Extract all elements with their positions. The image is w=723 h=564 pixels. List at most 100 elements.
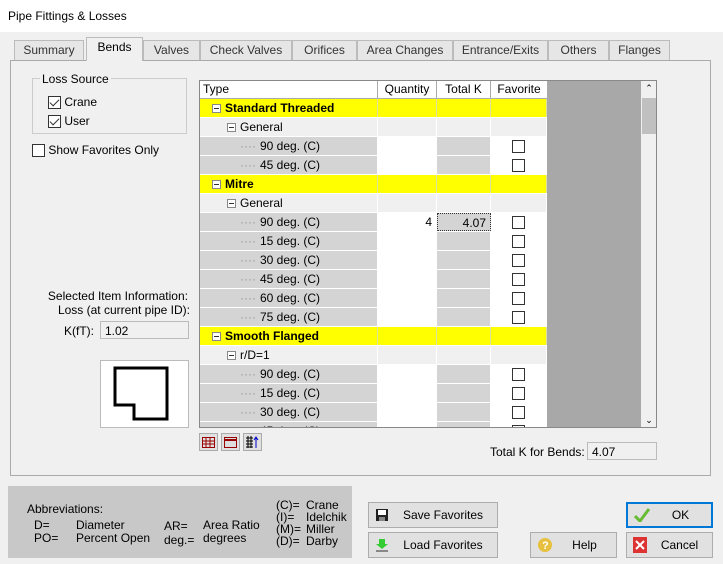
favorite-checkbox[interactable]	[512, 406, 525, 420]
quantity-cell[interactable]	[378, 308, 437, 326]
fitting-row[interactable]: ···· 90 deg. (C)	[200, 137, 547, 156]
header-type[interactable]: Type	[200, 81, 378, 99]
fitting-row[interactable]: ···· 75 deg. (C)	[200, 308, 547, 327]
quantity-cell[interactable]	[378, 289, 437, 307]
favorite-cell[interactable]	[491, 270, 547, 288]
favorite-cell[interactable]	[491, 289, 547, 307]
fittings-grid[interactable]: Type Quantity Total K Favorite Standard …	[199, 80, 657, 428]
type-cell[interactable]: Mitre	[200, 175, 378, 193]
favorite-checkbox[interactable]	[512, 387, 525, 401]
fitting-row[interactable]: ····45 deg. (C)	[200, 156, 547, 175]
type-cell[interactable]: General	[200, 194, 378, 212]
show-favorites-checkbox[interactable]: Show Favorites Only	[32, 143, 159, 158]
collapse-icon[interactable]	[212, 332, 221, 342]
quantity-cell[interactable]: 4	[378, 213, 437, 231]
type-cell[interactable]: ····45 deg. (C)	[200, 270, 378, 288]
type-cell[interactable]: ····45 deg. (C)	[200, 156, 378, 174]
tab-valves[interactable]: Valves	[143, 40, 200, 60]
type-cell[interactable]: ···· 15 deg. (C)	[200, 384, 378, 402]
scroll-up-icon[interactable]: ⌃	[641, 83, 656, 94]
quantity-cell[interactable]	[378, 270, 437, 288]
favorite-cell[interactable]	[491, 213, 547, 231]
show-favorites-check[interactable]	[32, 144, 45, 158]
category-row[interactable]: Mitre	[200, 175, 547, 194]
group-row[interactable]: General	[200, 118, 547, 137]
tab-bends[interactable]: Bends	[86, 37, 143, 61]
type-cell[interactable]: ···· 60 deg. (C)	[200, 289, 378, 307]
collapse-all-button[interactable]	[221, 433, 240, 451]
type-cell[interactable]: ···· 90 deg. (C)	[200, 137, 378, 155]
help-button[interactable]: ? Help	[530, 532, 617, 558]
type-cell[interactable]: ···· 75 deg. (C)	[200, 308, 378, 326]
favorite-checkbox[interactable]	[512, 273, 525, 287]
tab-orifices[interactable]: Orifices	[292, 40, 357, 60]
tab-summary[interactable]: Summary	[14, 40, 84, 60]
group-row[interactable]: r/D=1	[200, 346, 547, 365]
header-favorite[interactable]: Favorite	[491, 81, 548, 99]
fitting-row[interactable]: ···· 90 deg. (C) 4 4.07	[200, 213, 547, 232]
favorite-checkbox[interactable]	[512, 140, 525, 154]
favorite-checkbox[interactable]	[512, 311, 525, 325]
favorite-checkbox[interactable]	[512, 292, 525, 306]
favorite-checkbox[interactable]	[512, 368, 525, 382]
type-cell[interactable]: ···· 30 deg. (C)	[200, 403, 378, 421]
favorite-cell[interactable]	[491, 156, 547, 174]
fitting-row[interactable]: ···· 15 deg. (C)	[200, 384, 547, 403]
category-row[interactable]: Smooth Flanged	[200, 327, 547, 346]
fitting-row[interactable]: ···· 15 deg. (C)	[200, 232, 547, 251]
quantity-cell[interactable]	[378, 156, 437, 174]
type-cell[interactable]: ···· 90 deg. (C)	[200, 213, 378, 231]
expand-all-button[interactable]	[199, 433, 218, 451]
fitting-row[interactable]: ····45 deg. (C)	[200, 270, 547, 289]
collapse-icon[interactable]	[212, 180, 221, 190]
favorite-cell[interactable]	[491, 365, 547, 383]
quantity-cell[interactable]	[378, 251, 437, 269]
load-favorites-button[interactable]: Load Favorites	[368, 532, 498, 558]
type-cell[interactable]: ···· 90 deg. (C)	[200, 365, 378, 383]
type-cell[interactable]: r/D=1	[200, 346, 378, 364]
favorite-checkbox[interactable]	[512, 235, 525, 249]
ok-button[interactable]: OK	[626, 502, 713, 528]
fitting-row[interactable]: ···· 30 deg. (C)	[200, 403, 547, 422]
favorite-cell[interactable]	[491, 422, 547, 427]
collapse-icon[interactable]	[212, 104, 221, 114]
quantity-cell[interactable]	[378, 403, 437, 421]
type-cell[interactable]: ···· 30 deg. (C)	[200, 251, 378, 269]
quantity-cell[interactable]	[378, 365, 437, 383]
collapse-icon[interactable]	[227, 351, 236, 361]
cancel-button[interactable]: Cancel	[626, 532, 713, 558]
save-favorites-button[interactable]: Save Favorites	[368, 502, 498, 528]
header-total-k[interactable]: Total K	[437, 81, 491, 99]
scroll-thumb[interactable]	[642, 98, 656, 134]
quantity-cell[interactable]	[378, 422, 437, 427]
crane-check[interactable]	[48, 96, 61, 110]
tab-area-changes[interactable]: Area Changes	[357, 40, 453, 60]
sort-button[interactable]	[243, 433, 262, 451]
tab-entrance-exits[interactable]: Entrance/Exits	[453, 40, 548, 60]
favorite-cell[interactable]	[491, 384, 547, 402]
fitting-row[interactable]: ···· 30 deg. (C)	[200, 251, 547, 270]
favorite-checkbox[interactable]	[512, 159, 525, 173]
fitting-row[interactable]: ···· 90 deg. (C)	[200, 365, 547, 384]
tab-check-valves[interactable]: Check Valves	[200, 40, 292, 60]
favorite-checkbox[interactable]	[512, 425, 525, 427]
type-cell[interactable]: Smooth Flanged	[200, 327, 378, 345]
quantity-cell[interactable]	[378, 137, 437, 155]
fitting-row[interactable]: ···· 60 deg. (C)	[200, 289, 547, 308]
favorite-checkbox[interactable]	[512, 216, 525, 230]
tab-flanges[interactable]: Flanges	[609, 40, 670, 60]
favorite-checkbox[interactable]	[512, 254, 525, 268]
collapse-icon[interactable]	[227, 199, 236, 209]
tab-others[interactable]: Others	[548, 40, 609, 60]
favorite-cell[interactable]	[491, 232, 547, 250]
fitting-row[interactable]: ····45 deg. (C)	[200, 422, 547, 427]
favorite-cell[interactable]	[491, 308, 547, 326]
scroll-down-icon[interactable]: ⌄	[641, 415, 656, 426]
group-row[interactable]: General	[200, 194, 547, 213]
quantity-cell[interactable]	[378, 232, 437, 250]
type-cell[interactable]: ····45 deg. (C)	[200, 422, 378, 427]
type-cell[interactable]: ···· 15 deg. (C)	[200, 232, 378, 250]
favorite-cell[interactable]	[491, 403, 547, 421]
crane-checkbox[interactable]: Crane	[48, 95, 97, 110]
vertical-scrollbar[interactable]: ⌃ ⌄	[641, 81, 656, 427]
